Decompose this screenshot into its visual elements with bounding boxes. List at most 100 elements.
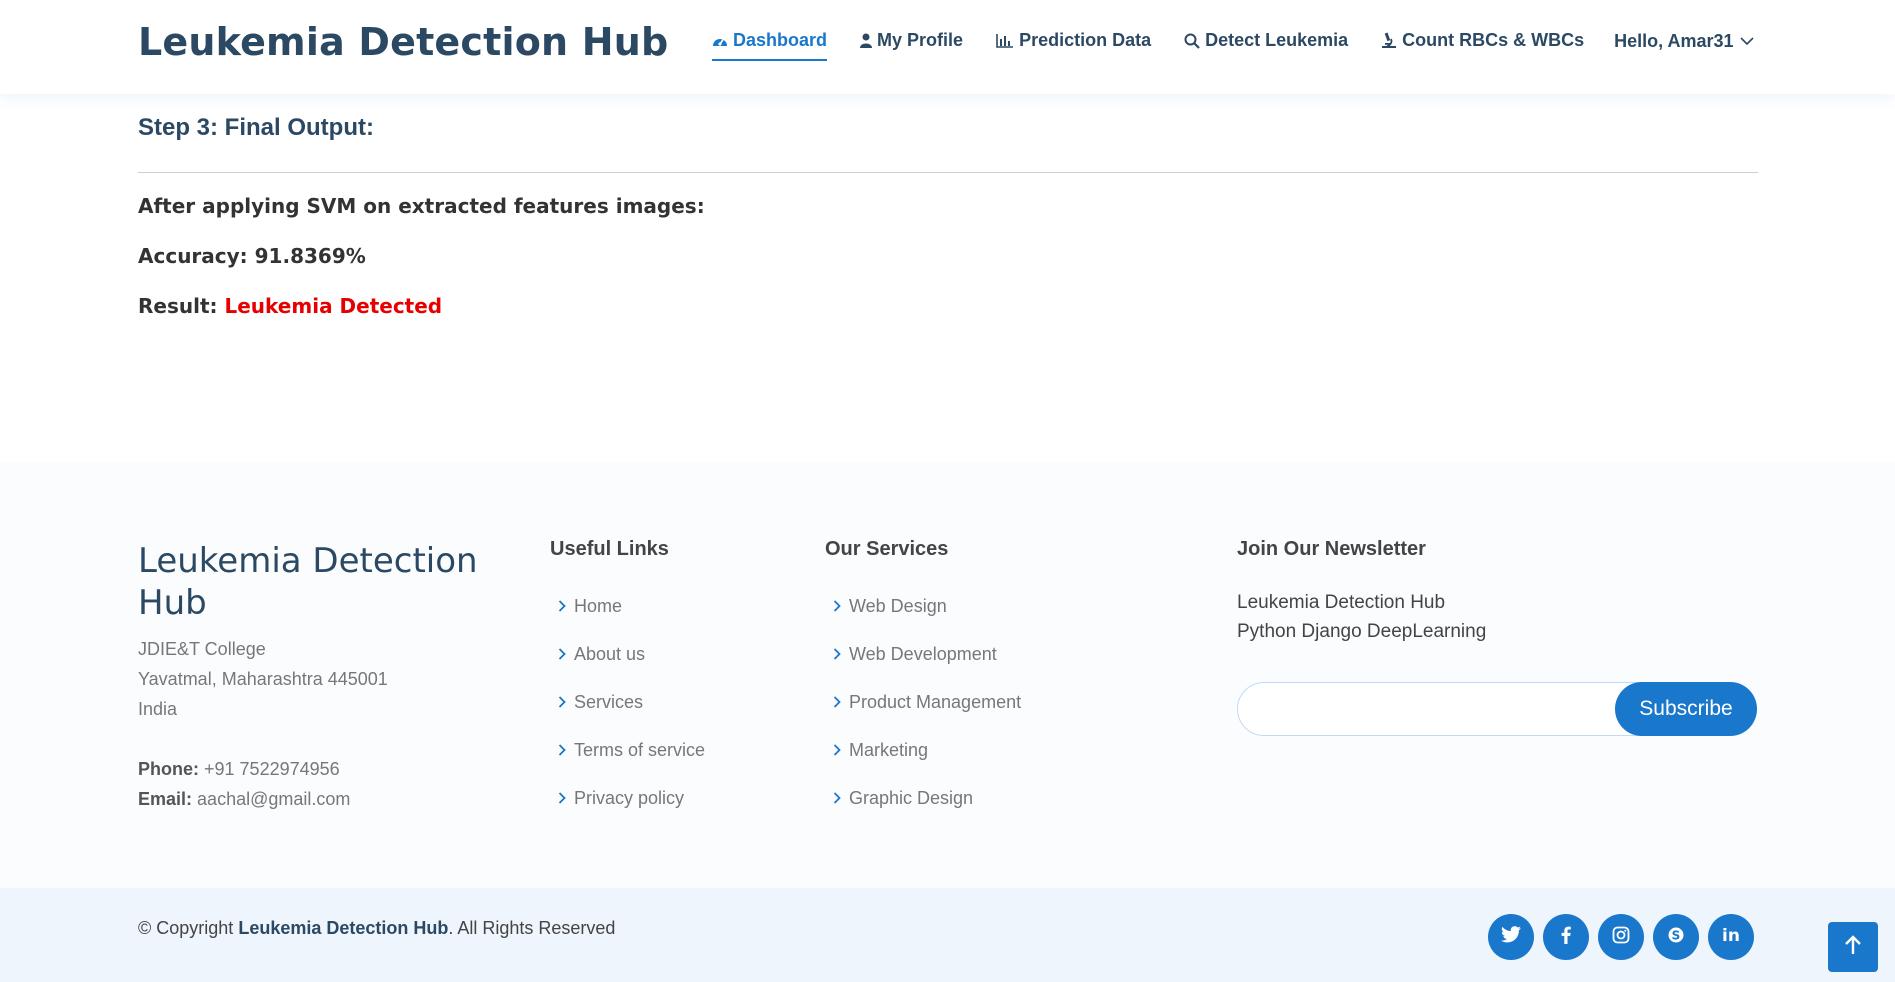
- chevron-right-icon: [833, 744, 841, 756]
- newsletter-title: Join Our Newsletter: [1237, 538, 1426, 560]
- chevron-right-icon: [558, 696, 566, 708]
- chevron-right-icon: [558, 792, 566, 804]
- nav-count-rbcs-wbcs[interactable]: Count RBCs & WBCs: [1381, 30, 1584, 61]
- footer-link-home[interactable]: Home: [550, 582, 705, 630]
- search-icon: [1184, 33, 1200, 49]
- svg-text:in: in: [1722, 926, 1740, 944]
- nav-prediction-data[interactable]: Prediction Data: [996, 30, 1151, 61]
- newsletter-line: Leukemia Detection Hub: [1237, 592, 1446, 613]
- nav-detect-leukemia[interactable]: Detect Leukemia: [1184, 30, 1348, 61]
- copyright-brand: Leukemia Detection Hub: [238, 918, 449, 938]
- copyright-text: © Copyright Leukemia Detection Hub. All …: [138, 918, 615, 939]
- step-title: Step 3: Final Output:: [138, 114, 374, 141]
- phone-value: +91 7522974956: [204, 759, 340, 779]
- nav-dashboard-label: Dashboard: [733, 30, 828, 50]
- useful-links-title: Useful Links: [550, 538, 669, 560]
- footer-link-label: About us: [574, 643, 646, 664]
- footer-link-label: Services: [574, 691, 644, 712]
- newsletter-text: Leukemia Detection Hub Python Django Dee…: [1237, 588, 1486, 646]
- footer-link-about[interactable]: About us: [550, 630, 705, 678]
- useful-links-list: Home About us Services Terms of service …: [550, 582, 705, 822]
- footer-address: JDIE&T College Yavatmal, Maharashtra 445…: [138, 634, 388, 724]
- arrow-up-icon: [1844, 934, 1862, 960]
- service-link-label: Marketing: [849, 739, 929, 760]
- footer-link-services[interactable]: Services: [550, 678, 705, 726]
- chevron-right-icon: [833, 600, 841, 612]
- twitter-icon: [1501, 926, 1521, 948]
- footer-brand: Leukemia Detection Hub: [138, 541, 478, 623]
- footer-bottom: © Copyright Leukemia Detection Hub. All …: [0, 888, 1895, 982]
- nav-my-profile-label: My Profile: [877, 30, 964, 50]
- main-nav: Dashboard My Profile Prediction Data Det…: [712, 30, 1754, 61]
- email-line: Email: aachal@gmail.com: [138, 784, 350, 814]
- site-logo-title[interactable]: Leukemia Detection Hub: [138, 20, 668, 64]
- result-value: Leukemia Detected: [224, 294, 443, 318]
- footer-link-label: Terms of service: [574, 739, 706, 760]
- service-link-marketing[interactable]: Marketing: [825, 726, 1021, 774]
- newsletter-form: Subscribe: [1237, 682, 1757, 736]
- service-link-label: Web Development: [849, 643, 997, 664]
- address-line: India: [138, 699, 178, 719]
- address-line: JDIE&T College: [138, 639, 266, 659]
- back-to-top-button[interactable]: [1828, 922, 1878, 972]
- phone-line: Phone: +91 7522974956: [138, 754, 350, 784]
- services-title: Our Services: [825, 538, 949, 560]
- service-link-label: Graphic Design: [849, 787, 974, 808]
- dashboard-icon: [712, 34, 728, 48]
- svg-text:S: S: [1672, 928, 1681, 942]
- instagram-button[interactable]: [1598, 914, 1644, 960]
- linkedin-button[interactable]: in: [1708, 914, 1754, 960]
- user-menu-dropdown[interactable]: Hello, Amar31: [1614, 31, 1754, 60]
- site-header: Leukemia Detection Hub Dashboard My Prof…: [0, 0, 1895, 94]
- section-divider: [138, 172, 1758, 173]
- nav-count-rbcs-wbcs-label: Count RBCs & WBCs: [1402, 30, 1585, 50]
- copyright-suffix: . All Rights Reserved: [448, 918, 616, 938]
- email-label: Email:: [138, 789, 193, 809]
- chevron-right-icon: [833, 648, 841, 660]
- nav-detect-leukemia-label: Detect Leukemia: [1205, 30, 1349, 50]
- accuracy-text: Accuracy: 91.8369%: [138, 244, 366, 268]
- microscope-icon: [1381, 32, 1397, 49]
- user-icon: [860, 33, 873, 48]
- service-link-graphic-design[interactable]: Graphic Design: [825, 774, 1021, 822]
- user-greeting: Hello, Amar31: [1614, 31, 1734, 51]
- bar-chart-icon: [996, 33, 1014, 48]
- social-links: S in: [1488, 914, 1763, 960]
- phone-label: Phone:: [138, 759, 199, 779]
- footer-contact: Phone: +91 7522974956 Email: aachal@gmai…: [138, 754, 350, 814]
- newsletter-line: Python Django DeepLearning: [1237, 621, 1487, 642]
- chevron-right-icon: [558, 648, 566, 660]
- twitter-button[interactable]: [1488, 914, 1534, 960]
- service-link-web-design[interactable]: Web Design: [825, 582, 1021, 630]
- service-link-product-management[interactable]: Product Management: [825, 678, 1021, 726]
- footer-link-label: Privacy policy: [574, 787, 685, 808]
- nav-prediction-data-label: Prediction Data: [1019, 30, 1152, 50]
- chevron-right-icon: [833, 792, 841, 804]
- svm-description: After applying SVM on extracted features…: [138, 194, 705, 218]
- footer-link-terms[interactable]: Terms of service: [550, 726, 705, 774]
- facebook-icon: [1561, 926, 1571, 949]
- facebook-button[interactable]: [1543, 914, 1589, 960]
- email-value: aachal@gmail.com: [197, 789, 351, 809]
- service-link-web-development[interactable]: Web Development: [825, 630, 1021, 678]
- footer-link-label: Home: [574, 595, 623, 616]
- service-link-label: Product Management: [849, 691, 1022, 712]
- nav-dashboard[interactable]: Dashboard: [712, 30, 828, 61]
- newsletter-email-input[interactable]: [1238, 683, 1618, 735]
- result-line: Result: Leukemia Detected: [138, 294, 442, 318]
- copyright-prefix: © Copyright: [138, 918, 234, 938]
- chevron-right-icon: [558, 744, 566, 756]
- subscribe-button[interactable]: Subscribe: [1615, 682, 1757, 736]
- chevron-right-icon: [558, 600, 566, 612]
- chevron-right-icon: [833, 696, 841, 708]
- nav-my-profile[interactable]: My Profile: [860, 30, 963, 61]
- instagram-icon: [1612, 926, 1630, 949]
- chevron-down-icon: [1739, 37, 1754, 46]
- skype-icon: S: [1667, 926, 1685, 949]
- address-line: Yavatmal, Maharashtra 445001: [138, 669, 388, 689]
- service-link-label: Web Design: [849, 595, 947, 616]
- footer-link-privacy[interactable]: Privacy policy: [550, 774, 705, 822]
- linkedin-icon: in: [1722, 926, 1740, 949]
- skype-button[interactable]: S: [1653, 914, 1699, 960]
- footer-top: Leukemia Detection Hub JDIE&T College Ya…: [0, 462, 1895, 888]
